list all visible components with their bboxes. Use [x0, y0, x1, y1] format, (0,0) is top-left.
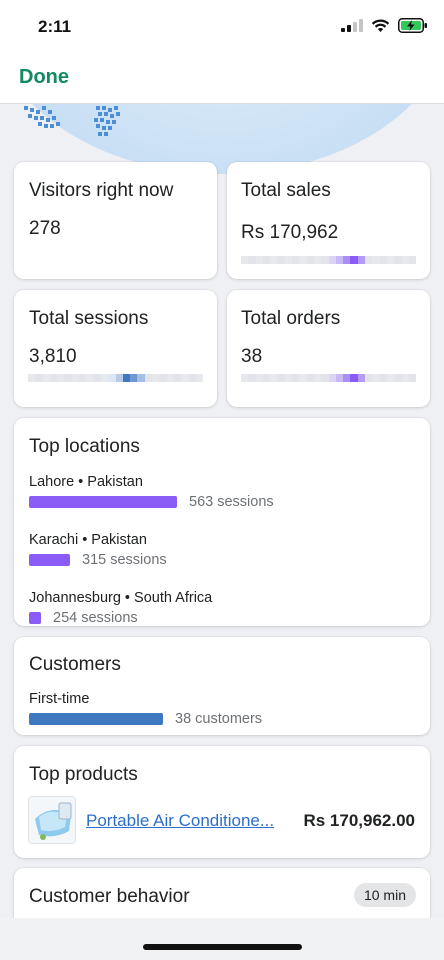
total-sales-card[interactable]: Total sales Rs 170,962	[227, 162, 430, 279]
product-link[interactable]: Portable Air Conditione...	[86, 811, 274, 831]
total-orders-sparkline	[241, 374, 417, 382]
product-thumbnail[interactable]	[28, 796, 76, 844]
visitors-card[interactable]: Visitors right now 278	[14, 162, 217, 279]
total-orders-title: Total orders	[241, 308, 341, 329]
customers-title: Customers	[29, 654, 121, 675]
location-sessions: 254 sessions	[53, 610, 138, 626]
location-bar	[29, 612, 41, 624]
total-sales-value: Rs 170,962	[241, 222, 339, 243]
customer-segment-label: First-time	[29, 691, 90, 707]
home-indicator[interactable]	[143, 944, 302, 950]
total-orders-value: 38	[241, 346, 263, 367]
product-amount: Rs 170,962.00	[303, 811, 415, 830]
total-orders-card[interactable]: Total orders 38	[227, 290, 430, 407]
location-item: Lahore • Pakistan 563 sessions	[29, 474, 430, 510]
top-locations-title: Top locations	[29, 436, 140, 457]
cellular-signal-icon	[341, 19, 363, 32]
location-name: Karachi • Pakistan	[29, 532, 147, 548]
location-bar	[29, 554, 70, 566]
top-navigation-bar: 2:11 Done	[0, 0, 444, 104]
total-sessions-title: Total sessions	[29, 308, 149, 329]
status-icons	[341, 18, 428, 33]
location-bar	[29, 496, 177, 508]
battery-charging-icon	[398, 18, 427, 33]
wifi-icon	[371, 18, 390, 32]
time-range-badge[interactable]: 10 min	[353, 883, 416, 907]
top-products-title: Top products	[29, 764, 138, 785]
total-sessions-card[interactable]: Total sessions 3,810	[14, 290, 217, 407]
total-sales-sparkline	[241, 256, 417, 264]
location-name: Lahore • Pakistan	[29, 474, 143, 490]
done-button[interactable]: Done	[19, 66, 69, 89]
location-sessions: 315 sessions	[82, 552, 167, 568]
visitors-title: Visitors right now	[29, 180, 174, 201]
bottom-safe-area	[0, 918, 444, 960]
visitors-value: 278	[29, 218, 61, 239]
customers-card[interactable]: Customers First-time 38 customers	[14, 637, 430, 735]
total-sessions-sparkline	[28, 374, 204, 382]
total-sales-title: Total sales	[241, 180, 331, 201]
customer-bar	[29, 713, 163, 725]
location-item: Karachi • Pakistan 315 sessions	[29, 532, 430, 568]
product-image-icon	[29, 797, 75, 843]
location-sessions: 563 sessions	[189, 494, 274, 510]
top-locations-card[interactable]: Top locations Lahore • Pakistan 563 sess…	[14, 418, 430, 626]
location-item: Johannesburg • South Africa 254 sessions	[29, 590, 430, 626]
customer-count: 38 customers	[175, 711, 263, 727]
location-name: Johannesburg • South Africa	[29, 590, 213, 606]
top-products-card[interactable]: Top products Portable Air Conditione... …	[14, 746, 430, 858]
status-time: 2:11	[38, 17, 72, 36]
customer-segment: First-time 38 customers	[29, 691, 430, 727]
total-sessions-value: 3,810	[29, 346, 77, 367]
